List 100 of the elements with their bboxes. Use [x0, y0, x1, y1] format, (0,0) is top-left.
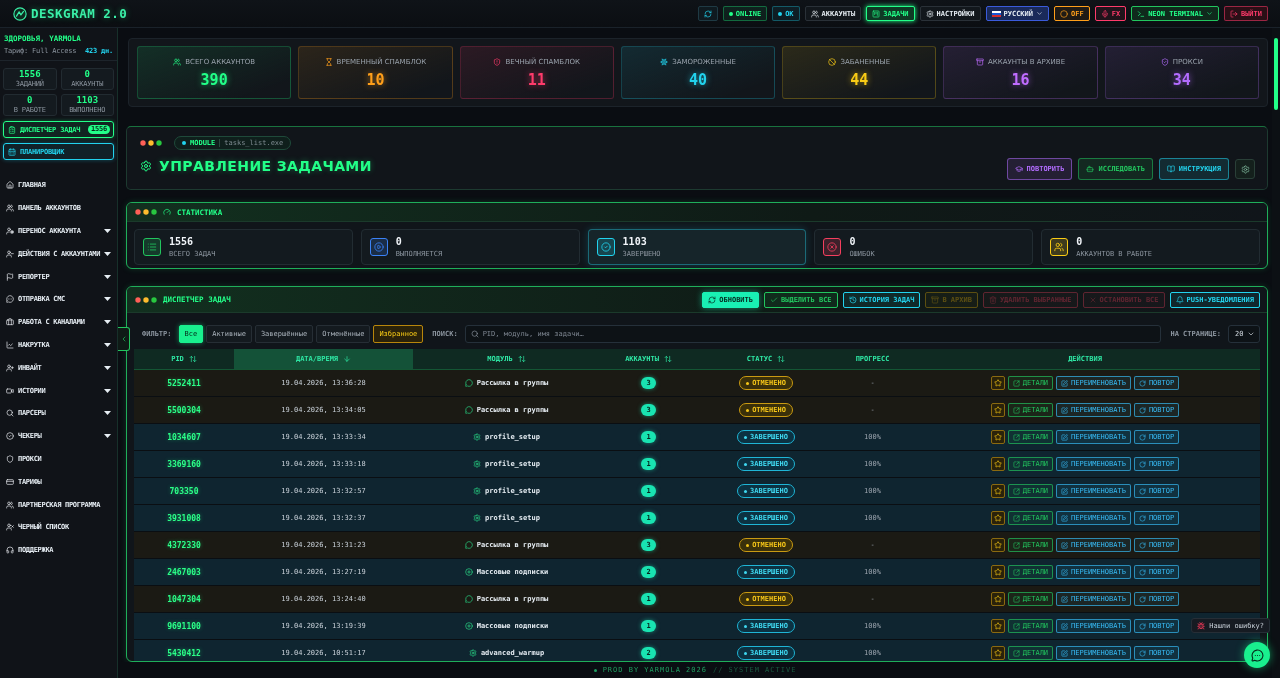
clipboard-icon [8, 125, 16, 134]
chat-icon [6, 295, 14, 304]
line-chart-icon [6, 340, 14, 349]
favorite-button[interactable] [990, 511, 1005, 525]
chat-icon [1250, 648, 1264, 662]
rotate-icon [1138, 379, 1146, 387]
chevron-down-icon [1247, 330, 1255, 338]
stat-value: 0 [84, 70, 90, 79]
favorite-button[interactable] [990, 592, 1005, 606]
house-icon [6, 181, 14, 190]
favorite-button[interactable] [990, 457, 1005, 471]
caret-icon [104, 388, 111, 393]
x-icon [1088, 295, 1097, 304]
rotate-icon [1138, 649, 1146, 657]
rotate-icon [1138, 622, 1146, 630]
edit-icon [1061, 379, 1069, 387]
refresh-button[interactable] [697, 6, 718, 21]
edit-icon [1061, 514, 1069, 522]
external-link-icon [1012, 649, 1020, 657]
sort-icon [777, 355, 786, 363]
users-icon [173, 57, 182, 66]
user-gear-icon [6, 227, 14, 235]
board-icon [872, 9, 881, 18]
search-icon [6, 409, 14, 418]
user-x-icon [6, 523, 14, 532]
edit-icon [1061, 433, 1069, 441]
sort-icon [188, 355, 197, 363]
favorite-button[interactable] [990, 484, 1005, 498]
task-pid: 5252411 [167, 378, 201, 388]
snowflake-icon [660, 57, 669, 66]
sort-down-icon [343, 355, 352, 363]
summary-value: 390 [200, 72, 228, 88]
book-icon [1166, 165, 1175, 173]
window-dots-icon [140, 140, 162, 146]
sort-icon [517, 355, 526, 363]
users-icon [810, 9, 819, 18]
favorite-button[interactable] [990, 538, 1005, 552]
star-icon [993, 568, 1002, 576]
edit-icon [1061, 487, 1069, 495]
task-pid: 1034607 [167, 432, 201, 442]
settings-icon [925, 9, 934, 18]
gear-icon [140, 160, 152, 172]
external-link-icon [1012, 379, 1020, 387]
stat-value: 1556 [169, 236, 195, 247]
edit-icon [1061, 460, 1069, 468]
scrollbar[interactable] [1274, 38, 1278, 110]
favorite-button[interactable] [990, 376, 1005, 390]
summary-value: 34 [1172, 72, 1191, 88]
status-dot-icon [182, 141, 186, 145]
settings-button[interactable] [1235, 159, 1255, 179]
favorite-button[interactable] [990, 619, 1005, 633]
star-icon [993, 406, 1002, 414]
caret-icon [104, 274, 111, 279]
flag-icon [6, 272, 14, 281]
favorite-button[interactable] [990, 565, 1005, 579]
status-dot-icon [746, 381, 750, 385]
page-title: УПРАВЛЕНИЕ ЗАДАЧАМИ [159, 158, 372, 174]
mic-icon [1100, 9, 1109, 18]
favorite-button[interactable] [990, 646, 1005, 660]
robot-icon [1086, 165, 1095, 173]
check-icon [770, 295, 778, 304]
rotate-icon [1138, 514, 1146, 522]
calendar-icon [8, 147, 16, 156]
task-pid: 9691100 [167, 621, 201, 631]
sort-icon [663, 355, 672, 363]
external-link-icon [1012, 595, 1020, 603]
star-icon [993, 379, 1002, 387]
edit-icon [1061, 649, 1069, 657]
terminal-icon [1137, 9, 1146, 18]
chevron-down-icon [1205, 10, 1213, 17]
star-icon [993, 622, 1002, 630]
favorite-button[interactable] [990, 430, 1005, 444]
external-link-icon [1012, 514, 1020, 522]
search-icon [470, 330, 479, 338]
chat-button[interactable] [1244, 642, 1270, 668]
stat-value: 0 [395, 236, 403, 247]
user-minus-icon [6, 249, 14, 258]
history-icon [848, 295, 857, 304]
task-pid: 5500304 [167, 405, 201, 415]
external-link-icon [1012, 622, 1020, 630]
summary-value: 11 [527, 72, 546, 88]
task-pid: 3931008 [167, 513, 201, 523]
archive-icon [931, 295, 940, 304]
app-logo: DESKGRAM 2.0 [31, 6, 128, 21]
external-link-icon [1012, 487, 1020, 495]
briefcase-icon [6, 318, 14, 327]
stat-value: 1103 [622, 236, 648, 247]
caret-icon [104, 342, 111, 347]
collapse-sidebar-button[interactable] [118, 327, 130, 351]
status-dot-icon [744, 516, 748, 520]
task-pid: 3369160 [167, 459, 201, 469]
caret-icon [104, 411, 111, 416]
rotate-icon [1138, 406, 1146, 414]
shield-alert-icon [493, 57, 502, 66]
trash-icon [988, 295, 997, 304]
favorite-button[interactable] [990, 403, 1005, 417]
rotate-icon [1138, 595, 1146, 603]
refresh-icon [708, 295, 717, 304]
users-icon [6, 204, 14, 213]
external-link-icon [1012, 460, 1020, 468]
